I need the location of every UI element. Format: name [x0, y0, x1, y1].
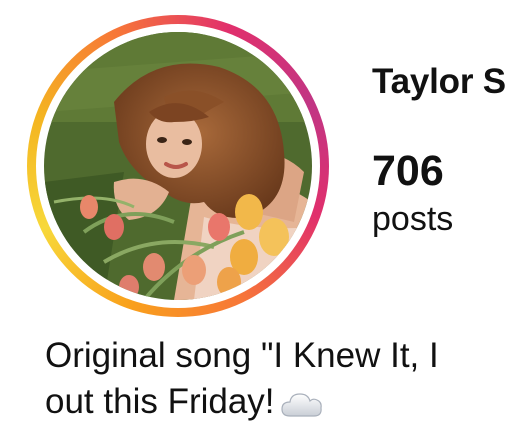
profile-bio: Original song "I Knew It, I out this Fri…	[45, 333, 532, 431]
posts-label: posts	[372, 200, 454, 238]
story-ring[interactable]	[27, 15, 329, 317]
cloud-emoji-icon	[280, 385, 323, 431]
avatar-photo-illustration	[44, 32, 312, 300]
posts-stat[interactable]: 706 posts	[372, 145, 453, 239]
profile-header: Taylor S 706 posts Original song "I Knew…	[0, 0, 532, 447]
bio-line-2: out this Friday!	[45, 379, 532, 431]
profile-avatar[interactable]	[44, 32, 312, 300]
posts-count: 706	[372, 147, 444, 195]
avatar-ring-gap	[36, 24, 320, 308]
bio-line-1: Original song "I Knew It, I	[45, 336, 439, 375]
profile-username: Taylor S	[372, 62, 506, 101]
bio-line-2-text: out this Friday!	[45, 382, 275, 421]
